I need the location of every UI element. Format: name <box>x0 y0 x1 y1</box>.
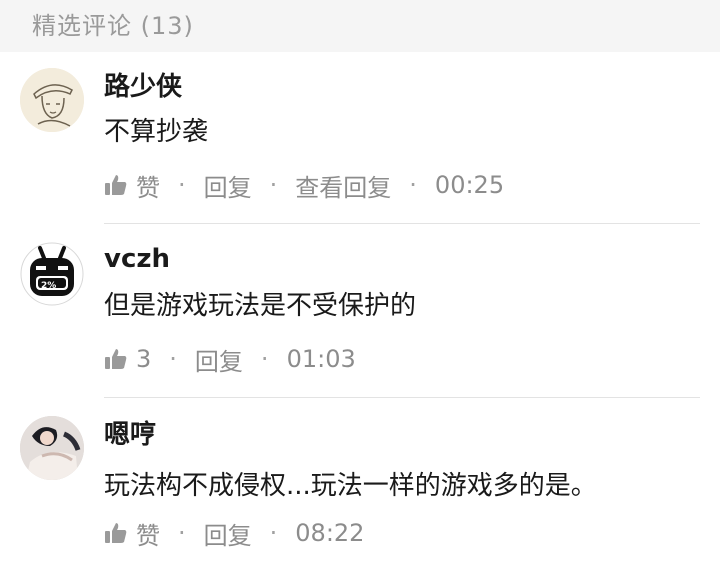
thumbs-up-icon[interactable] <box>104 521 128 545</box>
view-replies-button[interactable]: 查看回复 <box>295 168 391 203</box>
dot-separator: · <box>169 345 177 373</box>
comment-text: 玩法构不成侵权...玩法一样的游戏多的是。 <box>104 471 597 501</box>
comment-time: 08:22 <box>295 519 365 547</box>
avatar[interactable] <box>20 416 84 480</box>
comment-item: 2% vczh 但是游戏玩法是不受保护的 3 · 回复 · 01:03 <box>0 224 720 398</box>
comment-item: 嗯哼 玩法构不成侵权...玩法一样的游戏多的是。 赞 · 回复 · 08:22 <box>0 398 720 561</box>
reply-button[interactable]: 回复 <box>204 516 252 551</box>
author-name[interactable]: 嗯哼 <box>104 418 156 452</box>
comment-time: 00:25 <box>434 171 505 199</box>
dot-separator: · <box>178 519 186 547</box>
like-count[interactable]: 3 <box>136 345 151 373</box>
dot-separator: · <box>409 171 417 199</box>
comment-text: 但是游戏玩法是不受保护的 <box>104 291 417 321</box>
avatar[interactable] <box>20 68 84 132</box>
dot-separator: · <box>269 519 278 547</box>
featured-comments-header: 精选评论 (13) <box>0 0 720 52</box>
section-title: 精选评论 (13) <box>32 12 194 40</box>
comment-actions: 3 · 回复 · 01:03 <box>104 342 356 376</box>
like-button[interactable]: 赞 <box>136 168 160 203</box>
dot-separator: · <box>260 345 269 373</box>
avatar[interactable] <box>20 242 84 306</box>
comment-item: 路少侠 不算抄袭 赞 · 回复 · 查看回复 · 00:25 <box>0 52 720 224</box>
comment-actions: 赞 · 回复 · 查看回复 · 00:25 <box>104 168 504 202</box>
like-button[interactable]: 赞 <box>136 516 160 551</box>
reply-button[interactable]: 回复 <box>195 342 243 377</box>
reply-button[interactable]: 回复 <box>204 168 252 203</box>
comment-time: 01:03 <box>286 345 356 373</box>
comment-actions: 赞 · 回复 · 08:22 <box>104 516 364 550</box>
author-name[interactable]: 路少侠 <box>104 70 182 104</box>
author-name[interactable]: vczh <box>104 242 170 276</box>
dot-separator: · <box>178 171 186 199</box>
thumbs-up-icon[interactable] <box>104 173 128 197</box>
dot-separator: · <box>269 171 278 199</box>
comment-text: 不算抄袭 <box>104 117 209 147</box>
thumbs-up-icon[interactable] <box>104 347 128 371</box>
avatar-badge: 2% <box>41 281 57 291</box>
